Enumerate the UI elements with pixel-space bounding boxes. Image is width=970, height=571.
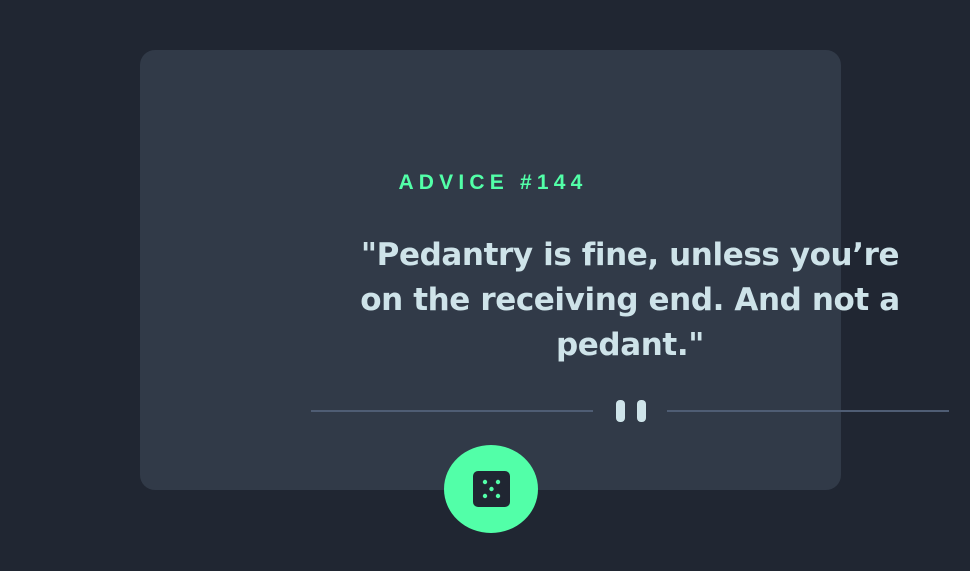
pause-icon	[616, 400, 646, 422]
advice-quote: "Pedantry is fine, unless you’re on the …	[360, 237, 900, 363]
quote-divider	[311, 398, 949, 424]
divider-line-right	[667, 410, 949, 412]
pause-bar-left	[616, 400, 625, 422]
generate-advice-button[interactable]	[444, 445, 538, 533]
dice-icon	[472, 471, 510, 507]
divider-line-left	[311, 410, 593, 412]
pause-bar-right	[637, 400, 646, 422]
advice-number: ADVICE #144	[398, 171, 588, 194]
advice-card: ADVICE #144 "Pedantry is fine, unless yo…	[140, 50, 949, 490]
